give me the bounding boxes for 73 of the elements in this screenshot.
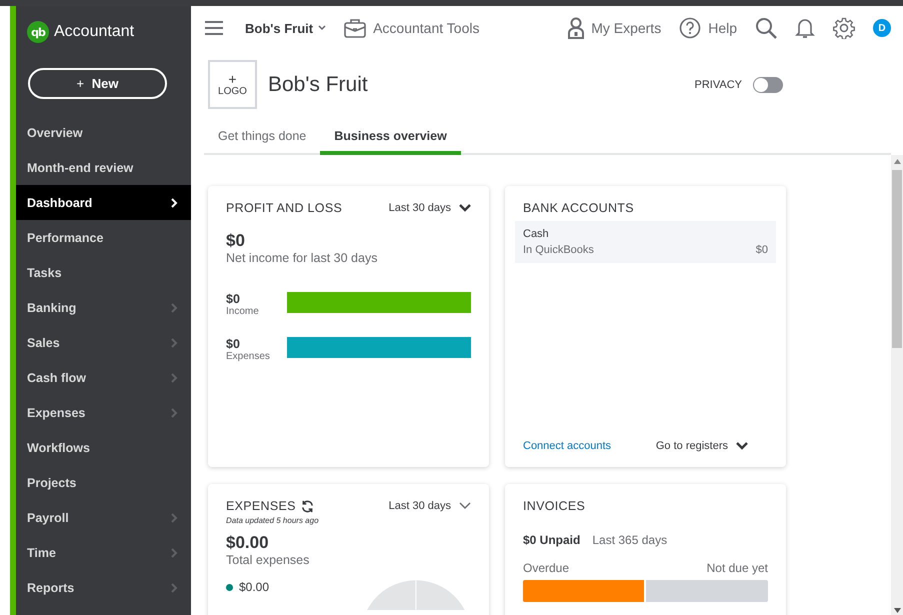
card-title: PROFIT AND LOSS — [226, 201, 342, 215]
search-icon[interactable] — [755, 17, 777, 39]
person-icon — [568, 17, 584, 39]
chevron-icon — [170, 582, 178, 592]
privacy-label: PRIVACY — [694, 78, 742, 90]
briefcase-icon — [344, 18, 366, 38]
scrollbar[interactable] — [891, 155, 903, 615]
tab[interactable]: Get things done — [204, 123, 320, 155]
legend-amount: $0.00 — [239, 580, 270, 594]
chevron-icon — [459, 204, 471, 212]
period-label: Last 365 days — [592, 533, 668, 547]
chevron-icon — [170, 302, 178, 312]
chevron-icon — [170, 372, 178, 382]
connect-accounts-link[interactable]: Connect accounts — [523, 440, 612, 452]
chevron-icon — [170, 408, 178, 418]
sidebar-item[interactable]: Payroll — [16, 500, 191, 535]
help-button[interactable]: Help — [679, 17, 737, 39]
privacy-toggle[interactable] — [753, 76, 783, 92]
sidebar-item[interactable]: Cash flow — [16, 360, 191, 395]
chevron-icon — [170, 548, 178, 558]
net-income-caption: Net income for last 30 days — [226, 251, 378, 265]
card-title: EXPENSES — [226, 499, 296, 513]
amount: $0 — [226, 292, 241, 306]
chevron-icon — [170, 512, 178, 522]
scroll-up-icon[interactable] — [894, 159, 900, 164]
account-row[interactable]: Cash In QuickBooks $0 — [515, 221, 776, 263]
accountant-tools-button[interactable]: Accountant Tools — [344, 18, 480, 38]
tab[interactable]: Business overview — [320, 123, 461, 155]
scroll-down-icon[interactable] — [894, 608, 900, 613]
bell-icon[interactable] — [795, 17, 815, 39]
row-label: Income — [226, 306, 260, 317]
row-label: Expenses — [226, 351, 271, 362]
total-expenses-amount: $0.00 — [226, 533, 270, 553]
card-title: INVOICES — [523, 499, 586, 513]
not-due-label: Not due yet — [706, 561, 768, 575]
company-name: Bob's Fruit — [268, 72, 368, 96]
sidebar-item[interactable]: Sales — [16, 325, 191, 360]
company-dropdown[interactable]: Bob's Fruit — [245, 20, 326, 36]
net-income-amount: $0 — [226, 231, 246, 251]
total-expenses-caption: Total expenses — [226, 553, 310, 567]
chevron-icon — [170, 198, 178, 208]
sidebar-item[interactable]: Projects — [16, 465, 191, 500]
period-dropdown[interactable]: Last 30 days — [388, 500, 471, 512]
my-experts-button[interactable]: My Experts — [568, 17, 662, 39]
overdue-label: Overdue — [523, 561, 570, 575]
registers-dropdown[interactable]: Go to registers — [656, 440, 748, 452]
chevron-icon — [459, 502, 471, 510]
settings-icon[interactable] — [833, 17, 855, 39]
sidebar-item[interactable]: Banking — [16, 290, 191, 325]
card-title: BANK ACCOUNTS — [522, 201, 635, 215]
chevron-icon — [170, 338, 178, 348]
sidebar-item[interactable]: Performance — [16, 220, 191, 255]
refresh-icon[interactable] — [300, 500, 314, 512]
period-dropdown[interactable]: Last 30 days — [388, 202, 471, 214]
sidebar-item[interactable]: Overview — [16, 115, 191, 150]
new-button[interactable]: + New — [28, 68, 167, 99]
amount: $0 — [226, 337, 241, 351]
sidebar-item[interactable]: Expenses — [16, 395, 191, 430]
logo-badge: qb — [27, 21, 49, 43]
sidebar-item[interactable]: Time — [16, 535, 191, 570]
caret-icon — [318, 25, 326, 31]
sidebar-item[interactable]: Reports — [16, 570, 191, 605]
sidebar-item[interactable]: Tasks — [16, 255, 191, 290]
help-icon — [679, 17, 702, 39]
sidebar-item[interactable]: Workflows — [16, 430, 191, 465]
unpaid-amount: $0 Unpaid — [523, 533, 580, 547]
chevron-icon — [736, 442, 748, 450]
sidebar-item[interactable]: Month-end review — [16, 150, 191, 185]
menu-icon[interactable] — [205, 21, 223, 35]
sidebar-item[interactable]: Dashboard — [16, 185, 191, 220]
add-logo-button[interactable]: + LOGO — [208, 60, 257, 109]
update-note: Data updated 5 hours ago — [226, 516, 320, 525]
product-name: Accountant — [54, 23, 134, 41]
